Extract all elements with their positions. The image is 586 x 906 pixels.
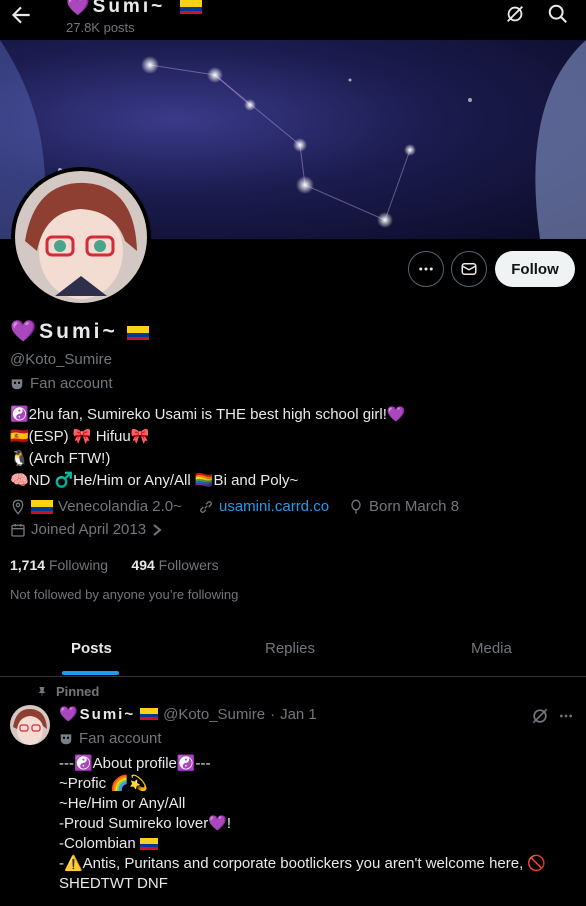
bio-line: 🐧(Arch FTW!)	[10, 450, 111, 467]
back-arrow-icon[interactable]	[8, 2, 34, 28]
website-link[interactable]: usamini.carrd.co	[219, 498, 329, 515]
tweet-display-name[interactable]: 💜Sumi~	[59, 705, 135, 723]
tweet-line: -⚠️Antis, Puritans and corporate bootlic…	[59, 855, 547, 872]
tweet-line: ~He/Him or Any/All	[59, 795, 186, 812]
chevron-right-icon	[153, 523, 162, 536]
website-item: usamini.carrd.co	[198, 498, 329, 515]
link-icon	[200, 500, 212, 513]
location-icon	[12, 499, 24, 515]
followers-link[interactable]: 494 Followers	[131, 557, 218, 573]
tweet-date[interactable]: Jan 1	[280, 706, 317, 723]
colombia-flag-icon	[180, 0, 202, 14]
message-button[interactable]	[451, 251, 487, 287]
bio-line: 🇪🇸(ESP) 🎀 Hifuu🎀	[10, 428, 150, 445]
profile-avatar[interactable]	[11, 167, 151, 307]
not-followed-text: Not followed by anyone you’re following	[10, 587, 239, 602]
joined-item[interactable]: Joined April 2013	[10, 521, 163, 538]
profile-tabs: Posts Replies Media	[0, 624, 586, 677]
header-display-name: 💜Sumi~	[66, 0, 166, 17]
tweet-separator: ·	[270, 705, 276, 723]
pinned-label: Pinned	[36, 684, 99, 699]
tab-media[interactable]: Media	[471, 640, 512, 657]
colombia-flag-icon	[140, 708, 159, 720]
avatar-image	[15, 171, 147, 303]
tab-posts[interactable]: Posts	[71, 640, 112, 657]
colombia-flag-icon	[126, 326, 149, 340]
grok-icon[interactable]	[503, 3, 527, 25]
tweet-avatar[interactable]	[10, 705, 50, 745]
follow-button[interactable]: Follow	[495, 251, 575, 287]
colombia-flag-icon	[139, 838, 158, 850]
follow-stats: 1,714 Following 494 Followers	[10, 557, 219, 573]
tweet-affiliation-label: Fan account	[59, 730, 162, 747]
following-link[interactable]: 1,714 Following	[10, 557, 108, 573]
calendar-icon	[11, 523, 25, 537]
posts-count: 27.8K posts	[66, 20, 135, 35]
affiliation-label: Fan account	[10, 375, 113, 392]
pin-icon	[38, 686, 46, 697]
tweet-line: -Proud Sumireko lover💜!	[59, 815, 232, 832]
message-icon	[461, 263, 477, 275]
bio-line: 🧠ND ♂️He/Him or Any/All 🏳️‍🌈Bi and Poly~	[10, 472, 299, 489]
profile-bio: ☯️2hu fan, Sumireko Usami is THE best hi…	[10, 404, 580, 492]
more-icon	[419, 267, 433, 271]
location-item: Venecolandia 2.0~	[10, 498, 182, 515]
more-button[interactable]	[408, 251, 444, 287]
profile-handle: @Koto_Sumire	[10, 351, 112, 368]
balloon-icon	[351, 499, 361, 514]
more-icon[interactable]	[557, 708, 575, 724]
search-icon[interactable]	[546, 3, 570, 25]
tweet-handle[interactable]: @Koto_Sumire	[163, 706, 265, 723]
tweet-line: -Colombian	[59, 834, 579, 854]
top-bar: 💜Sumi~ 27.8K posts	[0, 0, 586, 40]
tweet-line: SHEDTWT DNF	[59, 875, 168, 892]
tab-replies[interactable]: Replies	[265, 640, 315, 657]
mask-icon	[11, 378, 23, 389]
location-text: Venecolandia 2.0~	[58, 498, 182, 515]
tweet-line: ---☯️About profile☯️---	[59, 755, 211, 772]
bio-line: ☯️2hu fan, Sumireko Usami is THE best hi…	[10, 406, 406, 423]
tweet-line: ~Profic 🌈💫	[59, 775, 148, 792]
grok-icon[interactable]	[530, 706, 550, 726]
mask-icon	[60, 733, 72, 744]
tweet-header: 💜Sumi~ @Koto_Sumire · Jan 1	[59, 705, 317, 724]
active-tab-indicator	[62, 671, 119, 675]
birthday-item: Born March 8	[348, 498, 459, 515]
colombia-flag-icon	[31, 499, 53, 514]
tweet-text: ---☯️About profile☯️--- ~Profic 🌈💫 ~He/H…	[59, 754, 579, 894]
profile-display-name: 💜Sumi~	[10, 320, 149, 344]
